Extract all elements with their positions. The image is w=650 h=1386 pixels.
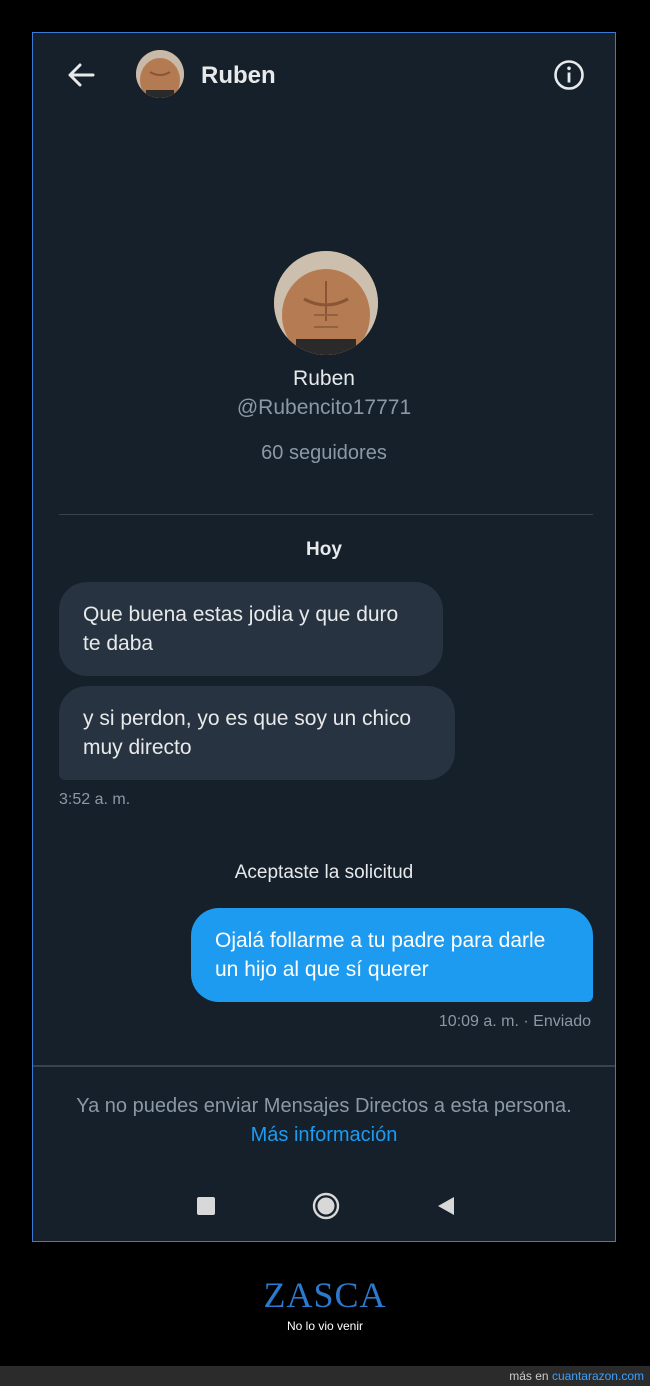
circle-home-icon[interactable]: [312, 1192, 340, 1220]
meme-subtitle: No lo vio venir: [286, 1319, 364, 1333]
profile-handle: @Rubencito17771: [236, 396, 412, 419]
incoming-message[interactable]: y si perdon, yo es que soy un chico muy …: [59, 686, 455, 780]
message-status: 10:09 a. m. · Enviado: [438, 1013, 591, 1030]
triangle-back-icon[interactable]: [434, 1194, 458, 1218]
more-info-link[interactable]: Más información: [33, 1124, 615, 1147]
header-contact-name[interactable]: Ruben: [201, 62, 276, 90]
square-recents-icon[interactable]: [197, 1197, 215, 1215]
followers-count: 60 seguidores: [261, 442, 387, 464]
site-credit: más en cuantarazon.com: [509, 1369, 644, 1383]
credit-site-link[interactable]: cuantarazon.com: [552, 1369, 644, 1383]
dm-screen: Ruben Ruben @Rubencito17771 60 seguidore…: [32, 32, 616, 1242]
dm-unavailable-notice: Ya no puedes enviar Mensajes Directos a …: [76, 1095, 572, 1117]
message-timestamp: 3:52 a. m.: [59, 791, 131, 808]
outgoing-message[interactable]: Ojalá follarme a tu padre para darle un …: [191, 908, 593, 1002]
day-separator: Hoy: [306, 539, 342, 560]
composer-divider: [33, 1065, 615, 1067]
dm-header: Ruben: [33, 33, 615, 119]
android-nav-bar: [33, 1183, 615, 1229]
back-arrow-icon[interactable]: [63, 57, 99, 93]
profile-avatar[interactable]: [274, 251, 378, 355]
request-accepted-note: Aceptaste la solicitud: [234, 862, 414, 883]
avatar[interactable]: [136, 50, 184, 98]
credit-prefix: más en: [509, 1369, 549, 1383]
info-icon[interactable]: [551, 57, 587, 93]
credit-bar: más en cuantarazon.com: [0, 1366, 650, 1386]
incoming-message[interactable]: Que buena estas jodia y que duro te daba: [59, 582, 443, 676]
divider: [59, 514, 593, 515]
profile-name: Ruben: [293, 367, 355, 390]
meme-title: ZASCA: [263, 1275, 387, 1315]
